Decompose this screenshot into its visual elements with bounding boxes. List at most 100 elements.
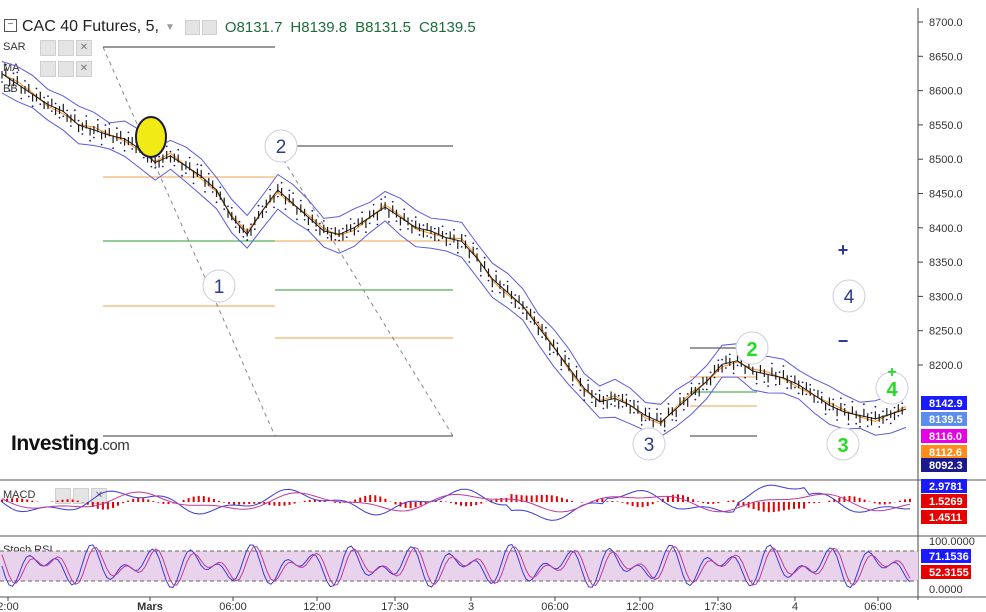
sar-dot <box>361 211 363 214</box>
wave-label-3[interactable]: 3 <box>632 427 666 461</box>
sar-dot <box>330 227 333 230</box>
time-tick-label: 4 <box>792 601 798 612</box>
sar-dot <box>866 425 869 428</box>
sar-dot <box>273 206 275 209</box>
sar-dot <box>211 191 214 193</box>
wave-label-2[interactable]: 2 <box>264 129 298 163</box>
sar-dot <box>185 172 187 175</box>
sar-dot <box>422 224 425 227</box>
sar-dot <box>24 80 26 82</box>
sar-dot <box>889 422 892 425</box>
sar-dot <box>322 220 325 222</box>
sar-dot <box>200 164 203 167</box>
sar-dot <box>771 362 773 365</box>
sar-dot <box>35 87 38 90</box>
price-tick-label: 8500.0 <box>929 154 963 166</box>
sar-dot <box>591 401 593 404</box>
fib-drawing-2[interactable] <box>274 145 454 437</box>
sar-dot <box>790 375 792 378</box>
sar-dot <box>545 326 547 329</box>
sar-dot <box>219 186 222 189</box>
sar-dot <box>426 235 429 237</box>
sar-dot <box>893 406 896 409</box>
sar-dot <box>851 400 854 403</box>
sar-dot <box>116 127 118 130</box>
price-tick-label: 8200.0 <box>929 360 963 372</box>
sar-dot <box>813 389 815 391</box>
highlight-ellipse[interactable] <box>135 116 167 158</box>
time-tick-label: 2:00 <box>0 601 19 612</box>
sar-dot <box>694 398 697 401</box>
sar-dot <box>411 220 413 222</box>
svg-text:4: 4 <box>844 287 855 308</box>
price-tick-label: 8250.0 <box>929 326 963 338</box>
sar-dot <box>119 142 122 144</box>
wave-label-green-3[interactable]: 3 <box>826 427 860 461</box>
wave-label-green-2[interactable]: 2 <box>735 331 769 365</box>
time-axis: 2:00 Mars 06:00 12:00 17:30 3 06:00 12:00 17:30 4… <box>0 597 892 612</box>
sar-dot <box>303 218 306 221</box>
sar-dot <box>878 426 881 428</box>
stoch-bottom-label: 0.0000 <box>929 584 963 596</box>
sar-dot <box>234 226 237 229</box>
sar-dot <box>1 81 3 83</box>
wave-label-4[interactable]: 4 <box>832 279 866 313</box>
sar-dot <box>131 148 134 150</box>
sar-dot <box>637 400 639 403</box>
sar-dot <box>242 236 245 238</box>
sar-dot <box>207 172 210 175</box>
sar-dot <box>81 133 84 135</box>
sar-dot <box>127 131 130 134</box>
sar-dot <box>575 365 578 368</box>
sar-dot <box>395 220 398 223</box>
sar-dot <box>633 411 635 414</box>
plus-marker[interactable]: + <box>838 240 849 260</box>
sar-dot <box>73 109 76 112</box>
svg-text:2: 2 <box>276 137 287 158</box>
sar-dot <box>518 307 520 309</box>
price-tick-label: 8650.0 <box>929 51 963 63</box>
sar-dot <box>610 403 612 406</box>
sar-dot <box>315 229 317 232</box>
sar-dot <box>453 228 455 231</box>
price-chart[interactable]: 1 2 3 4 2 3 4 + − + 8700.08650.08600.085… <box>0 0 986 612</box>
sar-dot <box>357 230 360 233</box>
minus-marker[interactable]: − <box>838 331 849 351</box>
wave-label-1[interactable]: 1 <box>202 269 236 303</box>
price-tag-label: 8092.3 <box>929 460 963 472</box>
sar-dot <box>487 279 490 282</box>
sar-dot <box>150 165 153 168</box>
sar-dot <box>817 401 819 403</box>
sar-dot <box>441 225 444 228</box>
sar-dot <box>292 192 294 195</box>
sar-dot <box>169 150 172 153</box>
sar-dot <box>47 95 49 97</box>
sar-dot <box>614 405 616 407</box>
price-tag-label: 8142.9 <box>929 398 963 410</box>
sar-dot <box>215 201 218 204</box>
sar-dot <box>58 116 61 119</box>
small-plus-marker[interactable]: + <box>887 364 896 381</box>
macd-tag-label: 1.5269 <box>929 496 963 508</box>
sar-dot <box>299 199 302 202</box>
fib-drawing-1[interactable] <box>102 46 276 437</box>
sar-dot <box>556 342 559 344</box>
sar-dot <box>288 189 291 192</box>
sar-dot <box>162 165 164 168</box>
fib-trend-line <box>274 145 454 437</box>
time-tick-label: 06:00 <box>864 601 892 612</box>
sar-dot <box>89 139 91 142</box>
sar-dot <box>391 200 394 203</box>
sar-dot <box>108 123 111 125</box>
price-tag-label: 8116.0 <box>929 431 962 443</box>
sar-dot <box>491 290 494 292</box>
sar-dot <box>449 243 452 246</box>
sar-dot <box>579 389 582 392</box>
sar-dot <box>698 382 701 385</box>
sar-dot <box>855 422 858 425</box>
sar-dot <box>606 394 609 397</box>
sar-dot <box>43 96 45 99</box>
sar-dot <box>709 371 712 374</box>
sar-dot <box>257 204 260 207</box>
macd-axis: 2.9781 1.5269 1.4511 <box>921 479 967 524</box>
